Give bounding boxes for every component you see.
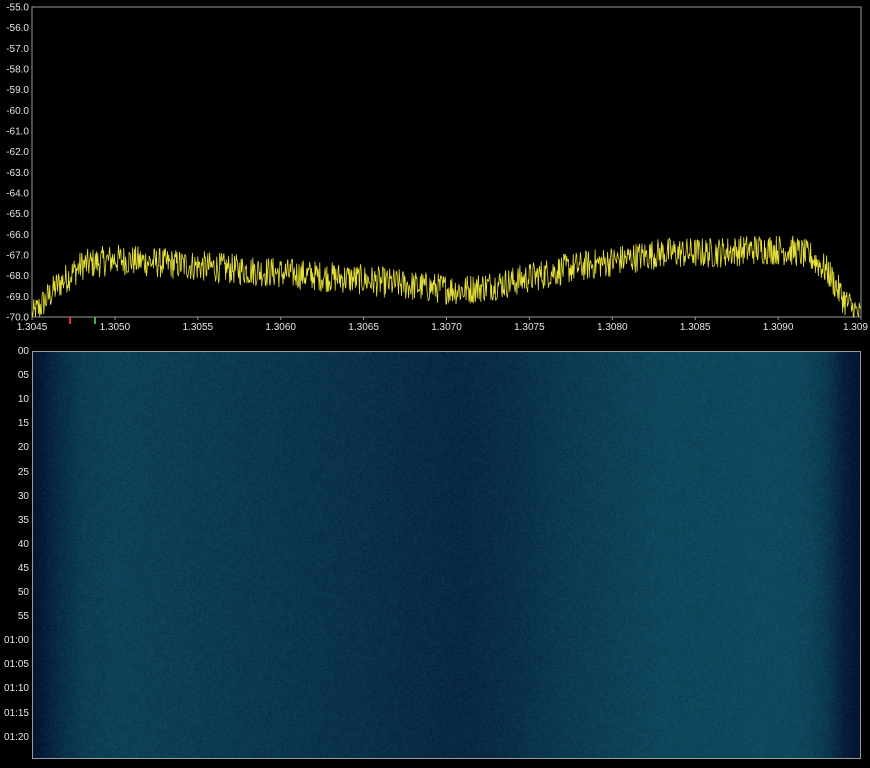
y-tick-label: -61.0	[6, 127, 29, 138]
y-tick-label: -66.0	[6, 230, 29, 241]
time-label: 01:15	[3, 707, 29, 719]
time-label: 30	[17, 490, 29, 502]
y-tick-label: -63.0	[6, 168, 29, 179]
x-tick-label: 1.3050	[100, 322, 131, 333]
time-label: 20	[17, 442, 29, 454]
frequency-markers[interactable]	[69, 317, 97, 324]
x-tick-label: 1.3060	[265, 322, 296, 333]
time-label: 55	[17, 611, 29, 623]
time-label: 50	[17, 587, 29, 598]
spectrum-y-axis: -55.0 -56.0 -57.0 -58.0 -59.0 -60.0 -61.0 -62.0…	[6, 3, 29, 324]
time-label: 01:00	[3, 635, 29, 647]
time-label: 15	[17, 418, 29, 430]
y-tick-label: -65.0	[6, 209, 29, 220]
time-label: 01:20	[3, 731, 29, 743]
time-label: 10	[17, 394, 29, 406]
y-tick-label: -56.0	[6, 23, 29, 34]
waterfall-canvas[interactable]	[33, 352, 860, 758]
y-tick-label: -68.0	[6, 271, 29, 282]
time-label: 45	[17, 562, 29, 574]
x-tick-label: 1.309	[843, 322, 868, 333]
y-tick-label: -69.0	[6, 292, 29, 303]
y-tick-label: -55.0	[6, 3, 29, 14]
time-label: 01:05	[3, 659, 29, 671]
y-tick-label: -67.0	[6, 251, 29, 262]
x-tick-label: 1.3085	[680, 322, 711, 333]
time-label: 25	[17, 466, 29, 478]
y-tick-label: -58.0	[6, 65, 29, 76]
marker-red[interactable]	[69, 317, 72, 324]
x-tick-label: 1.3055	[183, 322, 214, 333]
y-tick-label: -64.0	[6, 189, 29, 200]
marker-green[interactable]	[94, 317, 97, 324]
x-tick-label: 1.3045	[17, 322, 48, 333]
time-label: 35	[17, 514, 29, 526]
x-tick-label: 1.3065	[348, 322, 379, 333]
waterfall-display[interactable]	[32, 351, 861, 759]
x-tick-label: 1.3090	[763, 322, 794, 333]
time-label: 01:10	[3, 683, 29, 695]
spectrum-plot-area[interactable]	[31, 6, 862, 318]
spectrum-x-axis: 1.3045 1.3050 1.3055 1.3060 1.3065 1.3070 1.30…	[17, 317, 868, 333]
x-tick-label: 1.3075	[514, 322, 545, 333]
time-label: 40	[17, 538, 29, 550]
y-tick-label: -57.0	[6, 44, 29, 55]
waterfall-panel[interactable]: 00 05 10 15 20 25 30 35 40 45 50 55 01:00 01:05 01:10 0…	[0, 340, 870, 768]
time-label: 05	[17, 370, 29, 382]
y-tick-label: -62.0	[6, 147, 29, 158]
x-tick-label: 1.3070	[431, 322, 462, 333]
y-tick-label: -59.0	[6, 85, 29, 96]
y-tick-label: -60.0	[6, 106, 29, 117]
x-tick-label: 1.3080	[597, 322, 628, 333]
time-label: 00	[17, 346, 29, 357]
spectrum-chart[interactable]: -55.0 -56.0 -57.0 -58.0 -59.0 -60.0 -61.0 -62.0…	[0, 0, 870, 335]
